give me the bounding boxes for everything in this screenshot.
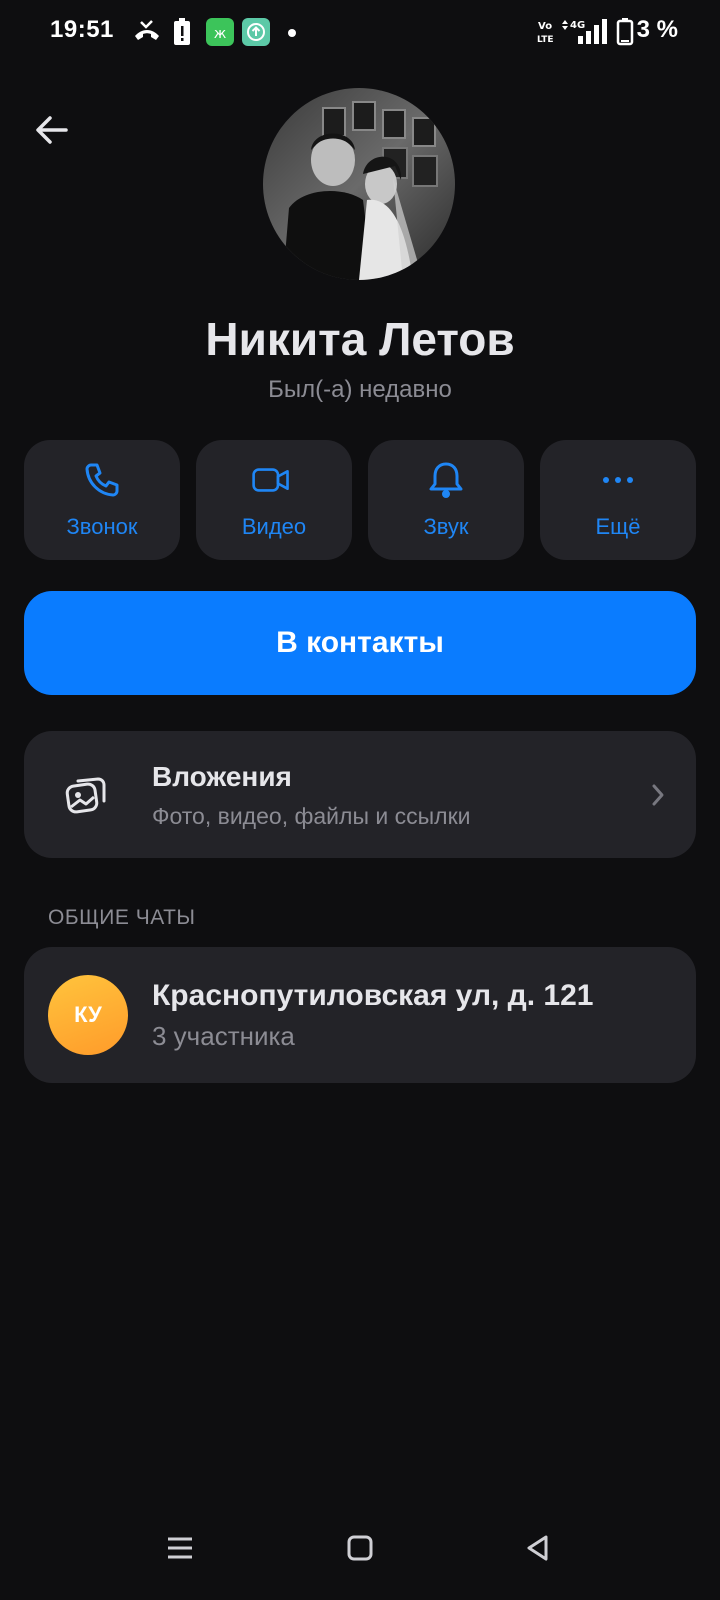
system-nav-bar xyxy=(0,1500,720,1600)
svg-text:Vo: Vo xyxy=(538,21,552,32)
svg-text:LTE: LTE xyxy=(537,35,554,45)
shared-chat-item[interactable]: КУ Краснопутиловская ул, д. 121 3 участн… xyxy=(24,947,696,1083)
bell-icon xyxy=(429,462,463,498)
upload-icon xyxy=(242,18,270,46)
chat-avatar: КУ xyxy=(48,975,128,1055)
menu-icon[interactable] xyxy=(166,1534,194,1562)
sound-label: Звук xyxy=(423,514,469,539)
call-button[interactable]: Звонок xyxy=(24,440,180,560)
battery-alert-icon xyxy=(174,18,190,45)
chat-title: Краснопутиловская ул, д. 121 xyxy=(152,979,594,1012)
back-nav-icon[interactable] xyxy=(524,1534,552,1562)
status-time: 19:51 xyxy=(50,16,114,43)
volte-icon: Vo LTE xyxy=(537,21,554,45)
notification-dot xyxy=(288,29,296,37)
sound-button[interactable]: Звук xyxy=(368,440,524,560)
battery-percent: 3 % xyxy=(636,16,678,43)
more-button[interactable]: Ещё xyxy=(540,440,696,560)
video-icon xyxy=(252,468,289,492)
action-row: Звонок Видео Звук Ещё xyxy=(24,440,696,560)
last-seen-status: Был(-а) недавно xyxy=(268,376,452,403)
app-notification-icon: ж xyxy=(206,18,234,46)
call-label: Звонок xyxy=(66,514,138,539)
video-call-button[interactable]: Видео xyxy=(196,440,352,560)
add-to-contacts-button[interactable]: В контакты xyxy=(24,591,696,695)
video-label: Видео xyxy=(241,514,307,539)
more-icon xyxy=(603,477,633,483)
phone-icon xyxy=(85,463,119,497)
profile-avatar[interactable] xyxy=(263,88,455,280)
missed-call-icon xyxy=(135,20,159,40)
svg-text:ж: ж xyxy=(214,26,227,42)
more-label: Ещё xyxy=(595,514,641,539)
chat-member-count: 3 участника xyxy=(152,1021,295,1051)
home-icon[interactable] xyxy=(346,1534,374,1562)
chevron-right-icon xyxy=(652,784,664,806)
battery-icon xyxy=(616,18,634,46)
attachments-subtitle: Фото, видео, файлы и ссылки xyxy=(152,803,471,829)
signal-icon xyxy=(578,19,607,44)
contact-name: Никита Летов xyxy=(205,313,515,365)
gallery-icon xyxy=(65,777,106,814)
back-arrow-icon[interactable] xyxy=(30,108,74,152)
attachments-row[interactable]: Вложения Фото, видео, файлы и ссылки xyxy=(24,731,696,858)
shared-chats-heading: ОБЩИЕ ЧАТЫ xyxy=(48,906,196,929)
attachments-title: Вложения xyxy=(152,761,292,792)
status-bar: 19:51 ж Vo LTE 4G 3 % xyxy=(0,0,720,64)
